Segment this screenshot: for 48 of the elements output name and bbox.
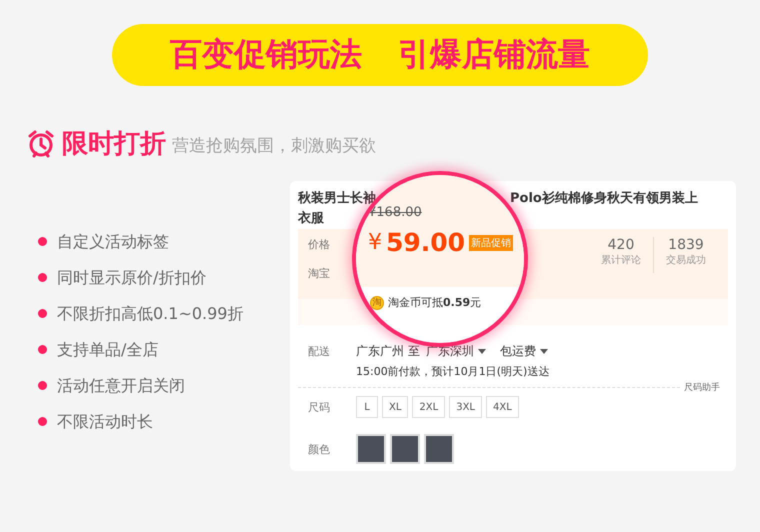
stat-label: 累计评论 [601,254,641,267]
section-title: 限时打折 [62,128,166,161]
bullet-dot [38,309,47,318]
banner-title: 百变促销玩法 [170,34,362,75]
feature-text: 活动任意开启关闭 [57,375,185,396]
feature-text: 不限折扣高低0.1~0.99折 [57,303,244,324]
product-title: Polo衫纯棉修身秋天有领男装上 [510,190,698,208]
caret-icon [540,349,548,354]
size-option[interactable]: 3XL [449,396,482,418]
photo-placeholder[interactable] [424,434,454,464]
size-helper-link[interactable]: 尺码助手 [680,381,728,394]
stat-label: 交易成功 [666,254,706,267]
size-option[interactable]: 4XL [486,396,519,418]
currency-symbol: ¥ [368,230,382,255]
size-option[interactable]: L [356,396,378,418]
origin-text: 广东广州 至 [356,343,420,360]
size-option[interactable]: XL [382,396,408,418]
coin-text: 淘金币可抵0.59元 [388,295,482,310]
caret-icon [478,349,486,354]
shipping-fee-select[interactable]: 包运费 [500,343,536,360]
delivery-label: 配送 [308,344,331,359]
section-tagline: 营造抢购氛围，刺激购买欲 [172,135,376,157]
stat-value: 1839 [668,237,704,253]
bullet-dot [38,237,47,246]
color-label: 颜色 [308,442,331,456]
banner-subtitle: 引爆店铺流量 [398,34,590,75]
feature-text: 支持单品/全店 [57,339,158,360]
promo-tag: 新品促销 [469,234,514,250]
original-price: ¥168.00 [368,205,422,220]
price-label: 价格 [308,237,330,252]
delivery-eta: 15:00前付款，预计10月1日(明天)送达 [356,364,550,379]
feature-text: 自定义活动标签 [57,231,169,252]
photo-placeholder[interactable] [356,434,386,464]
bullet-dot [38,273,47,282]
feature-text: 同时显示原价/折扣价 [57,267,206,288]
product-title: 衣服 [298,210,324,228]
coin-icon: 淘 [370,296,384,310]
size-option[interactable]: 2XL [412,396,446,418]
bullet-dot [38,345,47,354]
size-label: 尺码 [308,400,331,414]
taobao-label: 淘宝 [308,266,330,281]
bullet-dot [38,381,47,390]
alarm-clock-icon [26,128,56,158]
feature-text: 不限活动时长 [57,411,153,432]
photo-placeholder[interactable] [390,434,420,464]
stat-value: 420 [608,237,634,253]
sale-price: 59.00 [386,228,466,257]
bullet-dot [38,417,47,426]
